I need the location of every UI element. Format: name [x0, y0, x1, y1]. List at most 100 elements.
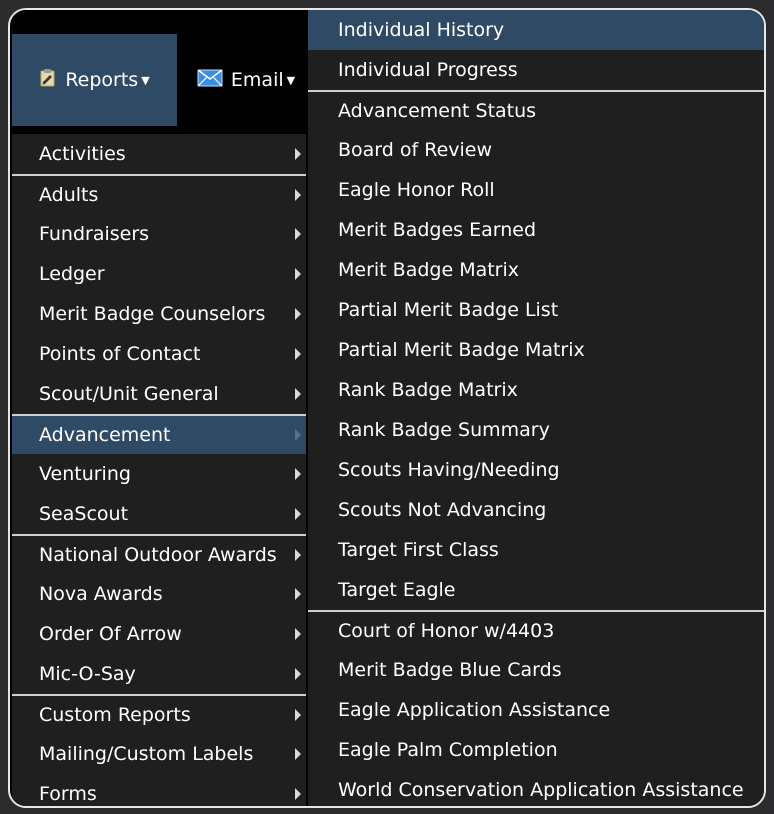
chevron-right-icon — [295, 429, 301, 441]
menu-item-points-of-contact[interactable]: Points of Contact — [12, 334, 306, 374]
submenu-item-label: World Conservation Application Assistanc… — [338, 779, 744, 801]
submenu-item-individual-progress[interactable]: Individual Progress — [308, 50, 764, 90]
menu-item-label: Merit Badge Counselors — [39, 303, 266, 325]
menu-item-label: Order Of Arrow — [39, 623, 182, 645]
menu-item-label: National Outdoor Awards — [39, 544, 277, 566]
chevron-right-icon — [295, 148, 301, 160]
email-label: Email — [230, 69, 284, 91]
menu-item-mailing-custom-labels[interactable]: Mailing/Custom Labels — [12, 734, 306, 774]
menu-item-label: SeaScout — [39, 503, 129, 525]
chevron-right-icon — [295, 788, 301, 800]
chevron-right-icon — [295, 189, 301, 201]
advancement-submenu: Individual History Individual Progress Adv… — [308, 10, 764, 806]
submenu-item-label: Advancement Status — [338, 100, 537, 122]
menu-item-label: Venturing — [39, 463, 131, 485]
menu-item-custom-reports[interactable]: Custom Reports — [12, 694, 306, 734]
submenu-item-court-of-honor-w-4403[interactable]: Court of Honor w/4403 — [308, 610, 764, 650]
menu-item-national-outdoor-awards[interactable]: National Outdoor Awards — [12, 534, 306, 574]
menu-item-label: Activities — [39, 143, 126, 165]
menu-item-label: Advancement — [39, 424, 171, 446]
menu-item-scout-unit-general[interactable]: Scout/Unit General — [12, 374, 306, 414]
submenu-item-label: Eagle Application Assistance — [338, 699, 611, 721]
chevron-right-icon — [295, 228, 301, 240]
menu-item-mic-o-say[interactable]: Mic-O-Say — [12, 654, 306, 694]
submenu-item-label: Individual Progress — [338, 59, 518, 81]
submenu-item-label: Eagle Palm Completion — [338, 739, 558, 761]
menu-item-fundraisers[interactable]: Fundraisers — [12, 214, 306, 254]
menu-item-label: Fundraisers — [39, 223, 150, 245]
reports-menu-button[interactable]: Reports ▼ — [12, 34, 177, 126]
submenu-item-scouts-having-needing[interactable]: Scouts Having/Needing — [308, 450, 764, 490]
submenu-item-target-first-class[interactable]: Target First Class — [308, 530, 764, 570]
chevron-right-icon — [295, 468, 301, 480]
submenu-item-world-conservation-application-assistance[interactable]: World Conservation Application Assistanc… — [308, 770, 764, 806]
envelope-icon — [197, 68, 223, 92]
chevron-right-icon — [295, 308, 301, 320]
submenu-item-eagle-palm-completion[interactable]: Eagle Palm Completion — [308, 730, 764, 770]
submenu-item-label: Partial Merit Badge List — [338, 299, 559, 321]
submenu-item-label: Eagle Honor Roll — [338, 179, 495, 201]
submenu-item-label: Court of Honor w/4403 — [338, 620, 555, 642]
menu-item-adults[interactable]: Adults — [12, 174, 306, 214]
chevron-right-icon — [295, 388, 301, 400]
submenu-item-label: Target First Class — [338, 539, 499, 561]
submenu-item-individual-history[interactable]: Individual History — [308, 10, 764, 50]
email-menu-button[interactable]: Email ▼ — [180, 34, 312, 126]
submenu-item-label: Merit Badges Earned — [338, 219, 537, 241]
menu-item-activities[interactable]: Activities — [12, 134, 306, 174]
submenu-item-label: Rank Badge Matrix — [338, 379, 518, 401]
menu-item-label: Forms — [39, 783, 97, 805]
reports-dropdown: Activities Adults Fundraisers Ledger Merit B… — [12, 134, 306, 806]
menu-item-label: Nova Awards — [39, 583, 163, 605]
chevron-down-icon: ▼ — [141, 73, 150, 87]
submenu-item-label: Individual History — [338, 19, 505, 41]
menu-item-order-of-arrow[interactable]: Order Of Arrow — [12, 614, 306, 654]
submenu-item-merit-badge-matrix[interactable]: Merit Badge Matrix — [308, 250, 764, 290]
menu-item-ledger[interactable]: Ledger — [12, 254, 306, 294]
menu-item-merit-badge-counselors[interactable]: Merit Badge Counselors — [12, 294, 306, 334]
menu-item-label: Adults — [39, 184, 99, 206]
submenu-item-eagle-honor-roll[interactable]: Eagle Honor Roll — [308, 170, 764, 210]
submenu-item-label: Board of Review — [338, 139, 493, 161]
menu-item-seascout[interactable]: SeaScout — [12, 494, 306, 534]
chevron-right-icon — [295, 268, 301, 280]
menu-screenshot-frame: Reports ▼ Email ▼ Activities Adults Fundra… — [8, 8, 766, 808]
submenu-item-partial-merit-badge-list[interactable]: Partial Merit Badge List — [308, 290, 764, 330]
reports-label: Reports — [65, 69, 139, 91]
menu-item-venturing[interactable]: Venturing — [12, 454, 306, 494]
submenu-item-rank-badge-matrix[interactable]: Rank Badge Matrix — [308, 370, 764, 410]
chevron-right-icon — [295, 668, 301, 680]
menu-item-label: Mailing/Custom Labels — [39, 743, 254, 765]
menu-item-label: Points of Contact — [39, 343, 201, 365]
submenu-item-board-of-review[interactable]: Board of Review — [308, 130, 764, 170]
chevron-right-icon — [295, 348, 301, 360]
menu-item-nova-awards[interactable]: Nova Awards — [12, 574, 306, 614]
chevron-right-icon — [295, 748, 301, 760]
submenu-item-label: Target Eagle — [338, 579, 456, 601]
clipboard-icon — [39, 68, 57, 93]
submenu-item-merit-badge-blue-cards[interactable]: Merit Badge Blue Cards — [308, 650, 764, 690]
submenu-item-label: Rank Badge Summary — [338, 419, 550, 441]
menu-item-forms[interactable]: Forms — [12, 774, 306, 806]
submenu-item-scouts-not-advancing[interactable]: Scouts Not Advancing — [308, 490, 764, 530]
chevron-right-icon — [295, 549, 301, 561]
submenu-item-label: Partial Merit Badge Matrix — [338, 339, 585, 361]
submenu-item-eagle-application-assistance[interactable]: Eagle Application Assistance — [308, 690, 764, 730]
menu-item-advancement[interactable]: Advancement — [12, 414, 306, 454]
menu-item-label: Mic-O-Say — [39, 663, 136, 685]
submenu-item-target-eagle[interactable]: Target Eagle — [308, 570, 764, 610]
submenu-item-label: Scouts Having/Needing — [338, 459, 560, 481]
chevron-down-icon: ▼ — [286, 73, 296, 87]
submenu-item-label: Merit Badge Blue Cards — [338, 659, 562, 681]
menu-item-label: Scout/Unit General — [39, 383, 219, 405]
top-nav-bar: Reports ▼ Email ▼ — [12, 10, 312, 126]
chevron-right-icon — [295, 709, 301, 721]
chevron-right-icon — [295, 628, 301, 640]
submenu-item-partial-merit-badge-matrix[interactable]: Partial Merit Badge Matrix — [308, 330, 764, 370]
chevron-right-icon — [295, 508, 301, 520]
chevron-right-icon — [295, 588, 301, 600]
submenu-item-advancement-status[interactable]: Advancement Status — [308, 90, 764, 130]
submenu-item-label: Merit Badge Matrix — [338, 259, 520, 281]
submenu-item-rank-badge-summary[interactable]: Rank Badge Summary — [308, 410, 764, 450]
submenu-item-merit-badges-earned[interactable]: Merit Badges Earned — [308, 210, 764, 250]
